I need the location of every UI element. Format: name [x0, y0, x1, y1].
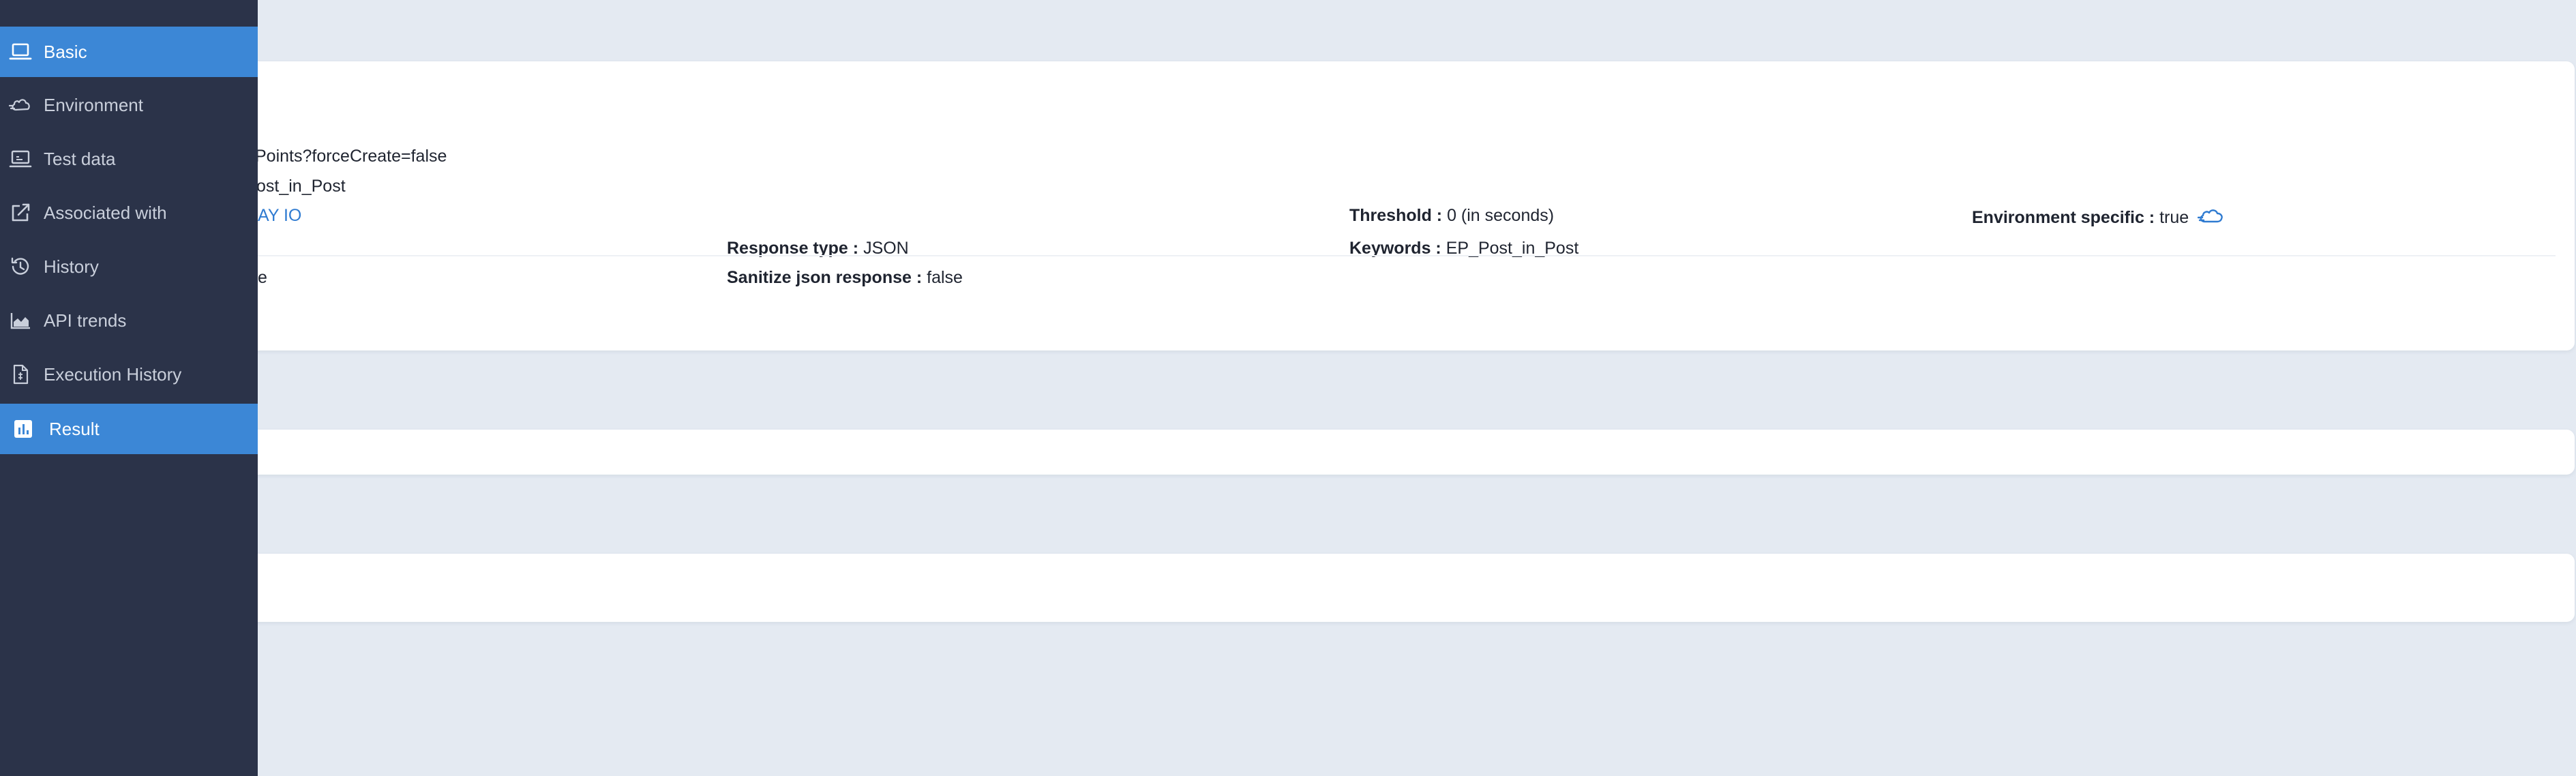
cloud-icon[interactable] [2197, 207, 2225, 230]
sanitize-json-field: Sanitize json response : false [727, 267, 963, 288]
sidebar-item-label: Result [49, 418, 100, 439]
threshold-value: 0 (in seconds) [1447, 206, 1555, 225]
sidebar-item-basic[interactable]: Basic [0, 27, 258, 77]
environment-specific-label: Environment specific : [1972, 208, 2155, 228]
laptop-icon [7, 38, 34, 65]
request-name: ost_in_Post [256, 177, 346, 196]
bar-chart-icon [10, 415, 37, 443]
sidebar-item-api-trends[interactable]: API trends [0, 295, 258, 346]
project-link[interactable]: AY IO [258, 205, 301, 226]
environment-specific-value: true [2159, 208, 2189, 228]
external-link-icon [7, 199, 34, 226]
sidebar-item-label: Basic [44, 41, 87, 62]
area-chart-icon [7, 307, 34, 334]
collapsed-section-card[interactable] [0, 430, 2575, 475]
threshold-label: Threshold : [1349, 206, 1443, 225]
basic-details-card: Points?forceCreate=false ost_in_Post AY … [0, 61, 2575, 350]
sidebar-item-execution-history[interactable]: Execution History [0, 349, 258, 400]
sidebar-item-result[interactable]: Result [0, 404, 258, 454]
sidebar: Basic Environment Test data Associated w… [0, 0, 258, 776]
laptop-icon [7, 145, 34, 173]
sanitize-json-value: false [927, 268, 963, 287]
sidebar-item-associated-with[interactable]: Associated with [0, 188, 258, 238]
cloud-icon [7, 91, 34, 119]
endpoint-url: Points?forceCreate=false [255, 147, 447, 166]
environment-specific-field: Environment specific : true [1972, 207, 2225, 230]
sidebar-item-label: API trends [44, 310, 127, 331]
main-content: Points?forceCreate=false ost_in_Post AY … [0, 0, 2576, 776]
sidebar-item-label: Test data [44, 148, 116, 169]
sidebar-item-label: Environment [44, 94, 143, 115]
history-icon [7, 253, 34, 280]
sidebar-item-label: Execution History [44, 363, 182, 385]
threshold-field: Threshold : 0 (in seconds) [1349, 205, 1554, 226]
sanitize-json-label: Sanitize json response : [727, 268, 923, 287]
collapsed-section-card-2[interactable] [0, 554, 2575, 622]
sidebar-item-label: History [44, 256, 99, 277]
sidebar-item-environment[interactable]: Environment [0, 80, 258, 130]
sidebar-item-history[interactable]: History [0, 241, 258, 292]
truncated-value: e [258, 268, 267, 287]
sidebar-item-label: Associated with [44, 202, 167, 223]
document-icon [7, 361, 34, 388]
sidebar-item-test-data[interactable]: Test data [0, 134, 258, 184]
section-divider [258, 255, 2556, 256]
